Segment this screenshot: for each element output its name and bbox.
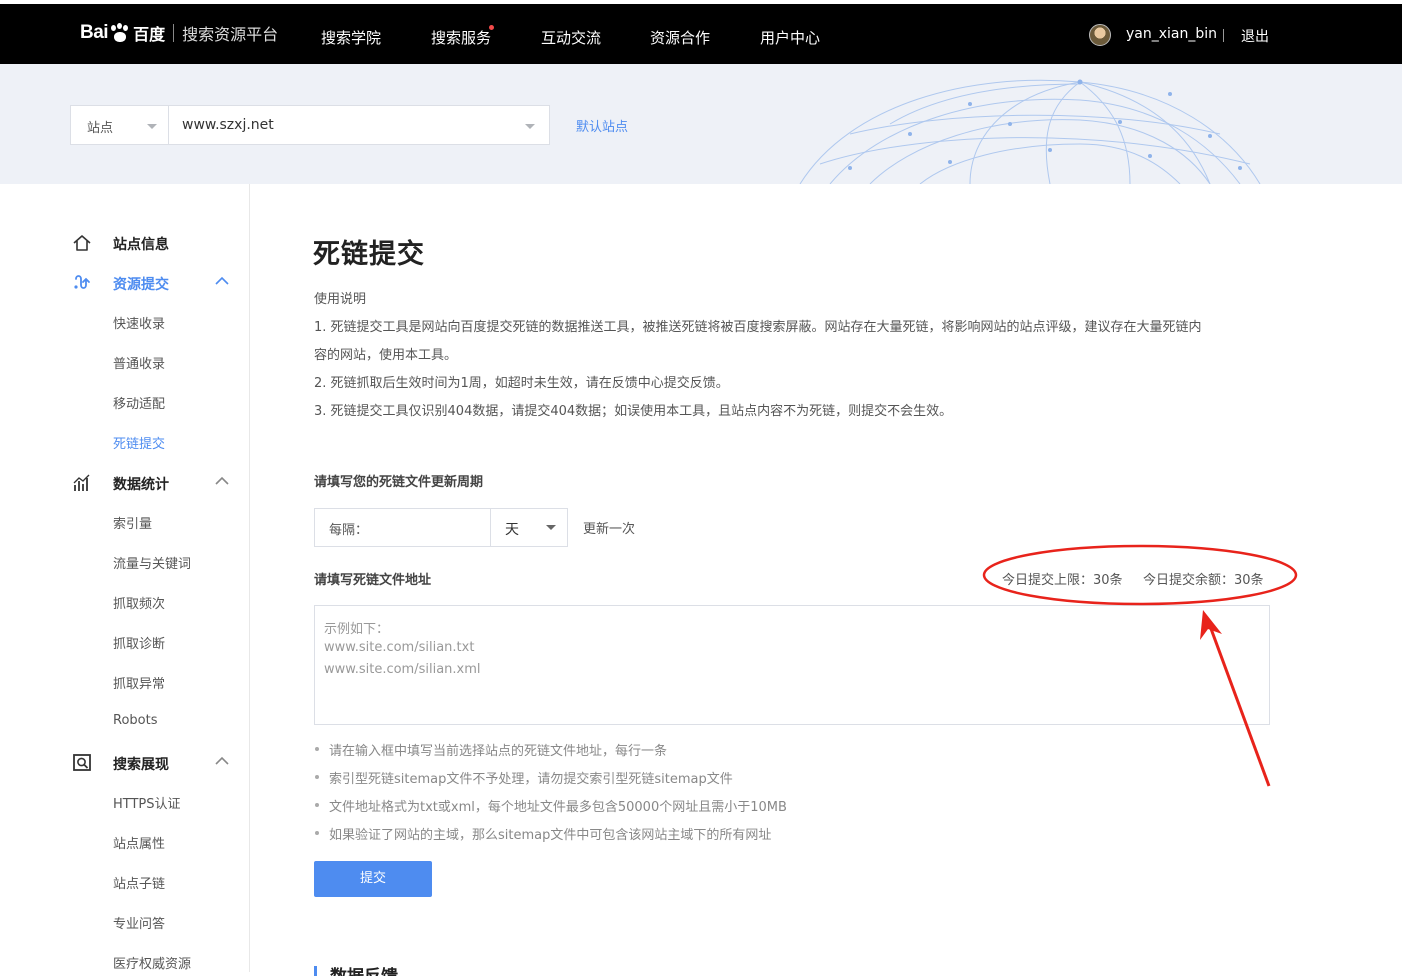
nav-search-service[interactable]: 搜索服务: [431, 27, 491, 48]
daily-remaining: 今日提交余额：30条: [1143, 573, 1264, 588]
interval-unit-select[interactable]: 天: [491, 509, 567, 546]
placeholder-line: www.site.com/silian.txt: [324, 640, 475, 655]
logo-divider: [173, 24, 175, 42]
nav-resource-cooperation[interactable]: 资源合作: [650, 27, 710, 48]
sidebar-item-sitelinks[interactable]: 站点子链: [113, 873, 165, 892]
page-title: 死链提交: [313, 239, 425, 270]
default-site-link[interactable]: 默认站点: [576, 116, 628, 135]
sidebar-group-search-display[interactable]: 搜索展现: [0, 750, 250, 776]
user-divider: [1223, 29, 1224, 42]
chevron-up-icon[interactable]: [214, 276, 230, 286]
avatar[interactable]: [1089, 24, 1111, 46]
logo-bai-text: Bai: [80, 22, 109, 43]
chevron-up-icon[interactable]: [214, 476, 230, 486]
sidebar-group-label: 资源提交: [113, 277, 169, 293]
tip-item: 索引型死链sitemap文件不予处理，请勿提交索引型死链sitemap文件: [315, 768, 733, 787]
interval-input[interactable]: 每隔：: [315, 509, 491, 546]
deadlink-address-textarea[interactable]: 示例如下： www.site.com/silian.txt www.site.c…: [314, 605, 1270, 725]
logout-link[interactable]: 退出: [1241, 26, 1269, 46]
interval-prefix: 每隔：: [329, 523, 369, 538]
chevron-down-icon: [525, 124, 535, 129]
sidebar-group-resource-submit[interactable]: 资源提交: [0, 270, 250, 296]
sidebar-group-label: 站点信息: [113, 237, 169, 253]
sidebar-item-traffic-keywords[interactable]: 流量与关键词: [113, 553, 191, 572]
address-label: 请填写死链文件地址: [314, 573, 432, 588]
statistics-icon: [73, 474, 90, 491]
nav-user-center[interactable]: 用户中心: [760, 27, 820, 48]
period-label: 请填写您的死链文件更新周期: [314, 475, 484, 490]
sidebar-item-medical-resources[interactable]: 医疗权威资源: [113, 953, 191, 972]
sidebar-group-label: 数据统计: [113, 477, 169, 493]
interval-suffix: 更新一次: [583, 522, 636, 537]
sidebar-item-index-volume[interactable]: 索引量: [113, 513, 152, 532]
sidebar-item-fast-index[interactable]: 快速收录: [113, 313, 165, 332]
baidu-logo[interactable]: Bai 百度 搜索资源平台: [80, 18, 278, 48]
sidebar-item-mobile-adapt[interactable]: 移动适配: [113, 393, 165, 412]
usage-heading: 使用说明: [314, 292, 367, 307]
chevron-down-icon: [546, 525, 556, 530]
sidebar-group-statistics[interactable]: 数据统计: [0, 470, 250, 496]
logo-baidu-cn: 百度: [133, 25, 166, 44]
sidebar-item-https[interactable]: HTTPS认证: [113, 793, 181, 812]
sidebar-group-site-info[interactable]: 站点信息: [0, 230, 250, 256]
search-display-icon: [73, 754, 91, 771]
interval-input-group: 每隔： 天: [314, 508, 568, 547]
sidebar-item-normal-index[interactable]: 普通收录: [113, 353, 165, 372]
resource-submit-icon: [74, 275, 90, 289]
sidebar-item-robots[interactable]: Robots: [113, 713, 157, 728]
sidebar-group-label: 搜索展现: [113, 757, 169, 773]
chevron-down-icon: [147, 124, 157, 129]
interval-unit-value: 天: [505, 522, 519, 538]
section-heading-data-feedback: 数据反馈: [314, 962, 398, 976]
site-type-label: 站点: [87, 121, 114, 136]
sidebar-item-deadlink-submit[interactable]: 死链提交: [113, 433, 165, 452]
nav-search-academy[interactable]: 搜索学院: [321, 27, 381, 48]
home-icon: [73, 235, 91, 251]
site-type-select[interactable]: 站点: [70, 105, 169, 145]
sidebar-item-crawl-diagnosis[interactable]: 抓取诊断: [113, 633, 165, 652]
sidebar-item-crawl-frequency[interactable]: 抓取频次: [113, 593, 165, 612]
usage-line: 容的网站，使用本工具。: [314, 348, 458, 363]
site-value: www.szxj.net: [182, 117, 274, 133]
tip-item: 文件地址格式为txt或xml，每个地址文件最多包含50000个网址且需小于10M…: [315, 796, 787, 815]
sidebar-item-crawl-errors[interactable]: 抓取异常: [113, 673, 165, 692]
chevron-up-icon[interactable]: [214, 756, 230, 766]
notification-dot: [489, 25, 494, 30]
nav-interaction[interactable]: 互动交流: [541, 27, 601, 48]
usage-line: 1. 死链提交工具是网站向百度提交死链的数据推送工具，被推送死链将被百度搜索屏蔽…: [314, 320, 1202, 335]
sidebar: 站点信息 资源提交 快速收录 普通收录 移动适配 死链提交 数据统计 索引量 流…: [0, 184, 250, 972]
submit-button[interactable]: 提交: [314, 861, 432, 897]
sidebar-item-site-attributes[interactable]: 站点属性: [113, 833, 165, 852]
platform-name: 搜索资源平台: [182, 25, 279, 44]
placeholder-line: 示例如下：: [324, 622, 390, 637]
daily-limit: 今日提交上限：30条: [1002, 573, 1123, 588]
tip-item: 请在输入框中填写当前选择站点的死链文件地址，每行一条: [314, 740, 667, 759]
globe-network-decoration: [799, 79, 1261, 184]
usage-line: 2. 死链抓取后生效时间为1周，如超时未生效，请在反馈中心提交反馈。: [314, 376, 729, 391]
username[interactable]: yan_xian_bin: [1126, 26, 1217, 42]
usage-line: 3. 死链提交工具仅识别404数据，请提交404数据；如误使用本工具，且站点内容…: [314, 404, 953, 419]
tip-item: 如果验证了网站的主域，那么sitemap文件中可包含该网站主域下的所有网址: [314, 824, 771, 843]
sidebar-item-expert-qa[interactable]: 专业问答: [113, 913, 165, 932]
top-navbar: Bai 百度 搜索资源平台 搜索学院 搜索服务 互动交流 资源合作 用户中心 y…: [0, 4, 1402, 64]
paw-icon: [109, 23, 131, 43]
placeholder-line: www.site.com/silian.xml: [324, 662, 481, 677]
site-dropdown[interactable]: www.szxj.net: [168, 105, 550, 145]
site-banner: 站点 www.szxj.net 默认站点: [0, 64, 1402, 184]
